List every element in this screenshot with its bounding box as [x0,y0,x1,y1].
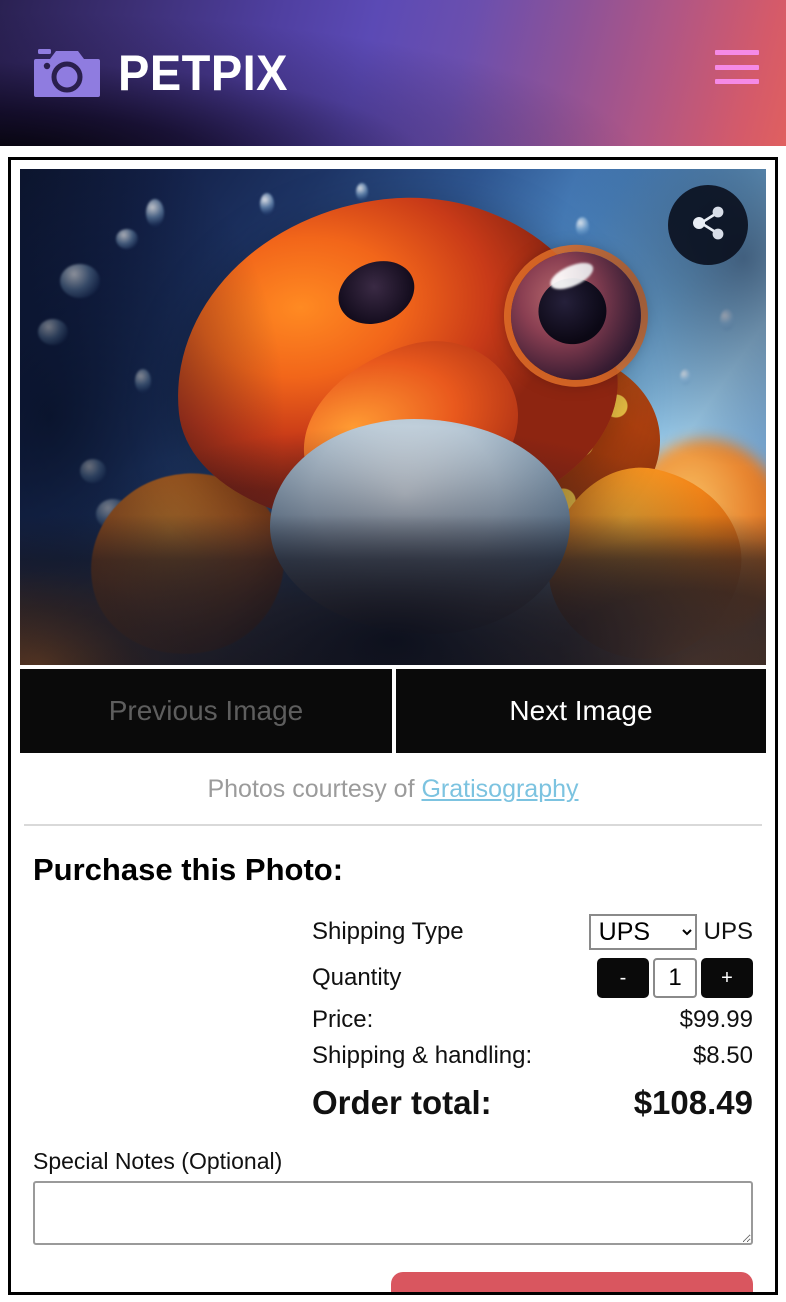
spacer-cell-3 [33,1002,312,1038]
spacer-cell-4 [33,1038,312,1074]
brand-logo-group[interactable]: PETPIX [34,47,299,99]
quantity-increase-button[interactable]: + [701,958,753,998]
camera-icon [34,47,100,99]
spacer-cell [33,910,312,954]
previous-image-button[interactable]: Previous Image [20,669,392,753]
content-card: Previous Image Next Image Photos courtes… [8,157,778,1295]
photo-viewer[interactable] [20,169,766,665]
spacer-cell-5 [33,1074,312,1126]
shipping-handling-value: $8.50 [692,1042,753,1069]
quantity-label: Quantity [311,964,402,991]
quantity-input[interactable] [653,958,697,998]
menu-bar-3 [715,79,759,84]
quantity-control-cell: - + [589,954,753,1002]
quantity-stepper: - + [589,958,753,998]
spacer-cell-2 [33,954,312,1002]
photo-credit: Photos courtesy of Gratisography [11,753,775,824]
order-total-row: Order total: $108.49 [33,1074,753,1126]
gallery-nav: Previous Image Next Image [20,669,766,753]
photo-image [20,169,766,665]
special-notes-textarea[interactable] [33,1181,753,1245]
price-label: Price: [311,1006,374,1033]
purchase-section: Purchase this Photo: Shipping Type UPS U… [11,826,775,1292]
price-value: $99.99 [679,1006,753,1033]
brand-name: PETPIX [118,45,288,101]
price-row: Price: $99.99 [33,1002,753,1038]
next-image-button[interactable]: Next Image [396,669,766,753]
place-order-button[interactable]: Place your order [391,1272,753,1292]
order-total-label: Order total: [311,1084,492,1121]
special-notes-label: Special Notes (Optional) [33,1148,283,1174]
menu-bar-2 [715,64,759,70]
share-button[interactable] [668,185,748,265]
shipping-type-row: Shipping Type UPS UPS [33,910,753,954]
order-action-row: Place your order [33,1272,753,1292]
quantity-decrease-button[interactable]: - [597,958,649,998]
shipping-handling-row: Shipping & handling: $8.50 [33,1038,753,1074]
shipping-handling-label: Shipping & handling: [311,1042,533,1069]
menu-bar-1 [715,50,759,55]
shipping-type-value: UPS [703,918,753,945]
quantity-row: Quantity - + [33,954,753,1002]
hamburger-menu-icon[interactable] [715,47,759,87]
share-icon [687,202,729,249]
shipping-type-select[interactable]: UPS [588,914,697,950]
order-summary-table: Shipping Type UPS UPS Quantity - 1 + Pri… [33,910,753,1126]
shipping-type-control-cell: UPS UPS [588,910,753,954]
shipping-type-label: Shipping Type [311,918,464,945]
site-header: PETPIX [0,0,786,146]
purchase-title: Purchase this Photo: [33,852,344,887]
gratisography-link[interactable]: Gratisography [421,775,578,803]
credit-prefix: Photos courtesy of [207,775,422,803]
order-total-value: $108.49 [633,1084,753,1121]
